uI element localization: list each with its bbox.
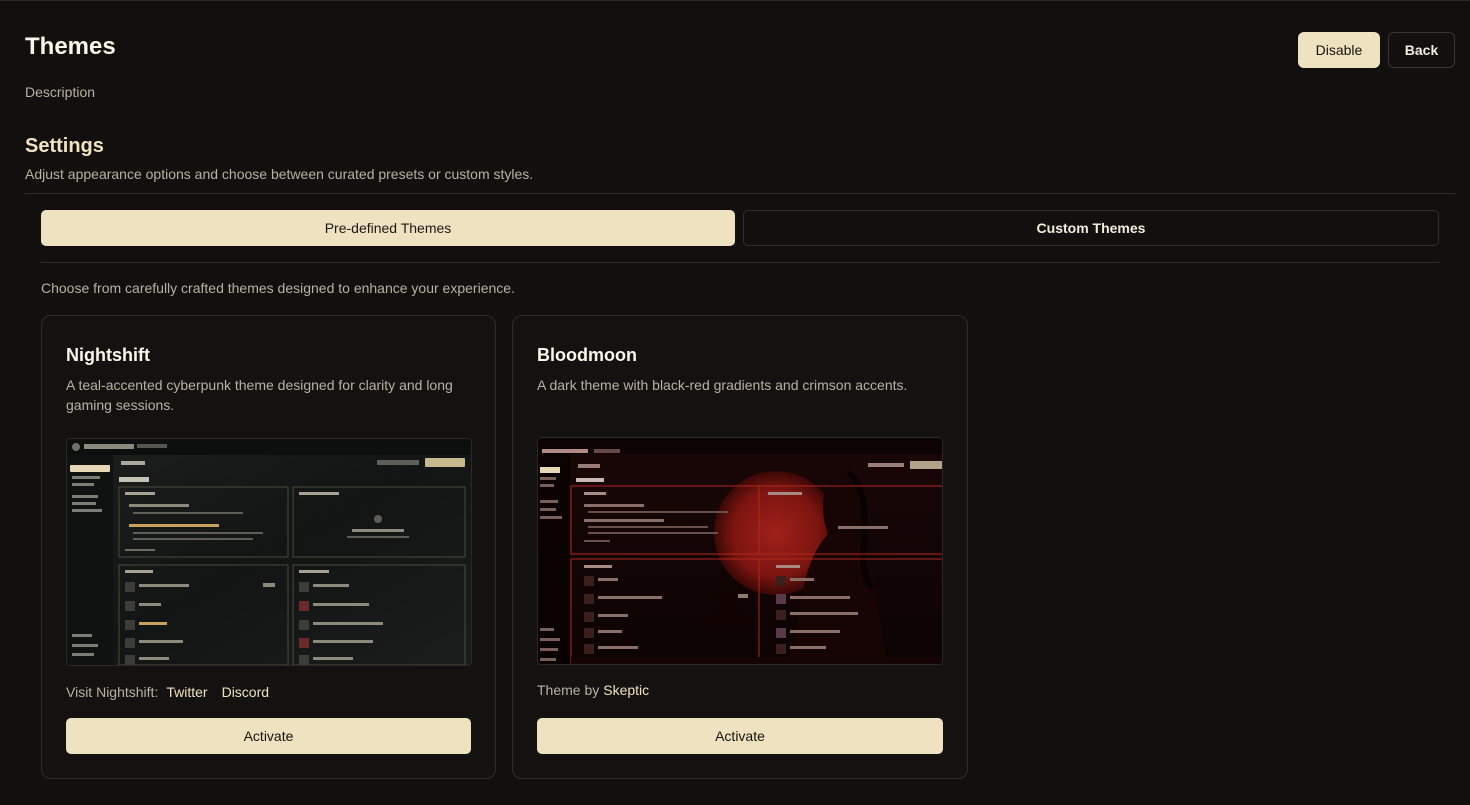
theme-footer: Visit Nightshift: Twitter Discord	[66, 684, 269, 700]
theme-preview-image	[66, 438, 472, 666]
themes-intro: Choose from carefully crafted themes des…	[41, 280, 515, 296]
discord-link[interactable]: Discord	[222, 684, 269, 700]
divider	[25, 193, 1455, 194]
disable-button[interactable]: Disable	[1298, 32, 1380, 68]
theme-card-nightshift: Nightshift A teal-accented cyberpunk the…	[41, 315, 496, 779]
theme-title: Nightshift	[66, 345, 150, 365]
page-description: Description	[25, 84, 96, 100]
theme-footer: Theme by Skeptic	[537, 682, 649, 698]
theme-title: Bloodmoon	[537, 345, 637, 365]
theme-card-bloodmoon: Bloodmoon A dark theme with black-red gr…	[512, 315, 968, 779]
tab-predefined-themes[interactable]: Pre-defined Themes	[41, 210, 735, 246]
footer-prefix: Theme by	[537, 682, 600, 698]
settings-title: Settings	[25, 135, 104, 157]
divider	[41, 262, 1439, 263]
activate-button[interactable]: Activate	[537, 718, 943, 754]
theme-preview-image	[537, 437, 943, 665]
tab-custom-themes[interactable]: Custom Themes	[743, 210, 1439, 246]
page-title: Themes	[25, 33, 116, 60]
theme-description: A dark theme with black-red gradients an…	[537, 377, 908, 393]
footer-prefix: Visit Nightshift:	[66, 684, 159, 700]
activate-button[interactable]: Activate	[66, 718, 471, 754]
theme-description: A teal-accented cyberpunk theme designed…	[66, 377, 453, 413]
author-link[interactable]: Skeptic	[603, 682, 649, 698]
settings-description: Adjust appearance options and choose bet…	[25, 166, 534, 182]
twitter-link[interactable]: Twitter	[166, 684, 207, 700]
back-button[interactable]: Back	[1388, 32, 1455, 68]
